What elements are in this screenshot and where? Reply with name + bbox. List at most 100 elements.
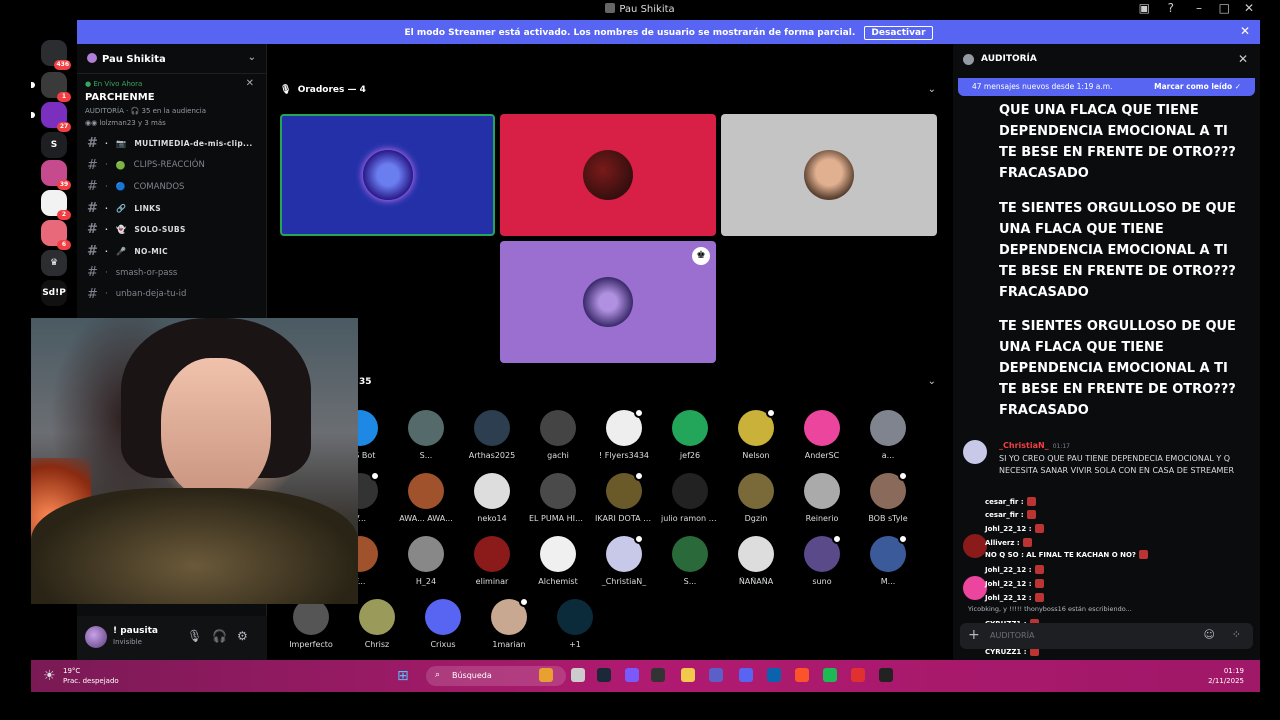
brave-icon[interactable] bbox=[795, 668, 809, 682]
channel-item[interactable]: # · 🎤 NO-MIC bbox=[77, 241, 266, 263]
audience-member[interactable]: Crixus bbox=[414, 599, 472, 649]
audience-member[interactable]: Dgzin bbox=[727, 473, 785, 523]
audience-member[interactable]: ! Flyers3434 bbox=[595, 408, 653, 460]
chevron-down-icon[interactable]: ⌄ bbox=[928, 376, 936, 387]
audience-member[interactable]: AWA... AWA... bbox=[397, 473, 455, 523]
audience-member[interactable]: Chrisz bbox=[348, 599, 406, 649]
chevron-down-icon[interactable]: ⌄ bbox=[928, 84, 936, 95]
speaker-tile[interactable]: ♚ bbox=[500, 241, 716, 363]
copilot-icon[interactable] bbox=[625, 668, 639, 682]
audience-member[interactable]: jef26 bbox=[661, 410, 719, 460]
apps-icon[interactable]: ⁘ bbox=[1232, 628, 1241, 641]
burger-icon[interactable] bbox=[539, 668, 553, 682]
chevron-down-icon[interactable]: ⌄ bbox=[248, 52, 256, 63]
overlay-chat-text: cesar_fir : bbox=[985, 498, 1024, 506]
server-icon[interactable]: 1 bbox=[31, 72, 71, 102]
server-icon[interactable]: S bbox=[41, 132, 67, 158]
teams-icon[interactable] bbox=[709, 668, 723, 682]
audience-member[interactable]: BOB sTyle bbox=[859, 471, 917, 523]
steam-icon[interactable] bbox=[597, 668, 611, 682]
mark-read-button[interactable]: Marcar como leído ✓ bbox=[1154, 82, 1241, 91]
gear-icon[interactable]: ⚙ bbox=[237, 629, 248, 643]
audience-member[interactable]: Nelson bbox=[727, 408, 785, 460]
server-icon[interactable]: 6 bbox=[41, 220, 71, 250]
audience-member[interactable]: neko14 bbox=[463, 473, 521, 523]
audience-member[interactable]: suno bbox=[793, 534, 851, 586]
overlay-chat-text: Alliverz : bbox=[985, 539, 1020, 547]
start-icon[interactable]: ⊞ bbox=[397, 668, 409, 684]
close-icon[interactable]: ✕ bbox=[246, 78, 254, 89]
audience-member[interactable]: M... bbox=[859, 534, 917, 586]
file-explorer-icon[interactable] bbox=[681, 668, 695, 682]
avatar bbox=[606, 471, 644, 509]
audience-member[interactable]: AnderSC bbox=[793, 410, 851, 460]
speaker-tile[interactable] bbox=[721, 114, 937, 236]
message-author[interactable]: _ChristiaN_ bbox=[999, 441, 1049, 450]
audience-member[interactable]: eliminar bbox=[463, 536, 521, 586]
audience-member[interactable]: gachi bbox=[529, 410, 587, 460]
spotify-icon[interactable] bbox=[823, 668, 837, 682]
channel-item[interactable]: # · smash-or-pass bbox=[77, 262, 266, 284]
ea-icon[interactable] bbox=[851, 668, 865, 682]
emoji-icon[interactable]: ☺ bbox=[1204, 628, 1215, 641]
audience-member[interactable]: IKARI DOTA 5... bbox=[595, 471, 653, 523]
audience-member[interactable]: S... bbox=[397, 410, 455, 460]
audience-member[interactable]: ÑAÑAÑA bbox=[727, 536, 785, 586]
speaker-tile[interactable] bbox=[500, 114, 716, 236]
inbox-icon[interactable]: ▣ bbox=[1139, 1, 1150, 15]
chat-input[interactable]: + AUDITORÍA ☺ ⁘ bbox=[960, 623, 1253, 649]
channel-item[interactable]: # · unban-deja-tu-id bbox=[77, 284, 266, 306]
avatar[interactable] bbox=[85, 626, 107, 648]
server-header[interactable]: Pau Shikita ⌄ bbox=[77, 44, 266, 74]
microphone-icon[interactable]: 🎙 bbox=[187, 629, 202, 643]
outlook-icon[interactable] bbox=[767, 668, 781, 682]
audience-member[interactable]: Reinerio bbox=[793, 473, 851, 523]
speaker-tile[interactable] bbox=[280, 114, 495, 236]
task-view-icon[interactable] bbox=[571, 668, 585, 682]
audience-name: _ChristiaN_ bbox=[601, 577, 647, 586]
server-icon[interactable]: 436 bbox=[41, 40, 71, 70]
server-icon[interactable]: Sd!P bbox=[41, 280, 67, 306]
new-messages-bar[interactable]: 47 mensajes nuevos desde 1:19 a.m. Marca… bbox=[958, 78, 1255, 96]
avatar[interactable] bbox=[963, 440, 987, 464]
help-icon[interactable]: ? bbox=[1168, 1, 1174, 15]
channel-name: SOLO-SUBS bbox=[134, 225, 186, 235]
server-icon[interactable]: ♛ bbox=[41, 250, 67, 276]
avatar[interactable] bbox=[963, 576, 987, 600]
avatar[interactable] bbox=[963, 534, 987, 558]
plus-icon[interactable]: + bbox=[968, 627, 980, 643]
audience-member[interactable]: H_24 bbox=[397, 536, 455, 586]
audience-member[interactable]: EL PUMA HIG... bbox=[529, 473, 587, 523]
obs-icon[interactable] bbox=[879, 668, 893, 682]
channel-item[interactable]: # · 👻 SOLO-SUBS bbox=[77, 219, 266, 241]
deactivate-button[interactable]: Desactivar bbox=[864, 26, 933, 40]
audience-member[interactable]: _ChristiaN_ bbox=[595, 534, 653, 586]
audience-member[interactable]: 1marian bbox=[480, 597, 538, 649]
avatar bbox=[557, 599, 593, 635]
audience-member[interactable]: julio ramon ri... bbox=[661, 473, 719, 523]
channel-item[interactable]: # · 🔗 LINKS bbox=[77, 198, 266, 220]
close-window-button[interactable]: ✕ bbox=[1244, 1, 1254, 15]
audience-member[interactable]: Imperfecto bbox=[282, 599, 340, 649]
channel-item[interactable]: # · 📷 MULTIMEDIA-de-mis-clip... bbox=[77, 133, 266, 155]
discord-icon[interactable] bbox=[739, 668, 753, 682]
banner-close-icon[interactable]: ✕ bbox=[1240, 24, 1250, 38]
audience-member[interactable]: S... bbox=[661, 536, 719, 586]
terminal-icon[interactable] bbox=[651, 668, 665, 682]
server-icon[interactable]: 27 bbox=[31, 102, 71, 132]
server-icon[interactable]: 39 bbox=[41, 160, 71, 190]
server-icon[interactable]: 2 bbox=[41, 190, 71, 220]
close-icon[interactable]: ✕ bbox=[1238, 52, 1248, 66]
audience-member[interactable]: +1 bbox=[546, 599, 604, 649]
live-stage-card[interactable]: ● En Vivo Ahora PARCHENME AUDITORÍA · 🎧 … bbox=[77, 74, 266, 133]
audience-member[interactable]: Alchemist bbox=[529, 536, 587, 586]
minimize-button[interactable]: – bbox=[1196, 1, 1202, 15]
clock[interactable]: 01:19 2/11/2025 bbox=[1208, 666, 1244, 686]
audience-member[interactable]: Arthas2025 bbox=[463, 410, 521, 460]
channel-item[interactable]: # · 🔵 COMANDOS bbox=[77, 176, 266, 198]
maximize-button[interactable]: □ bbox=[1219, 1, 1230, 15]
headphones-icon[interactable]: 🎧 bbox=[212, 629, 227, 643]
weather-widget[interactable]: 19°C Prac. despejado bbox=[63, 666, 119, 686]
audience-member[interactable]: a... bbox=[859, 410, 917, 460]
channel-item[interactable]: # · 🟢 CLIPS-REACCIÓN bbox=[77, 155, 266, 177]
